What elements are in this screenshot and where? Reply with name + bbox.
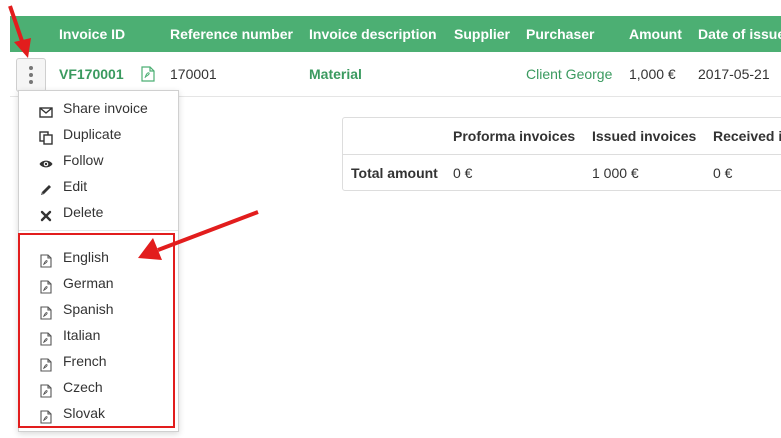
row-actions-button[interactable]: [16, 58, 46, 92]
menu-item-duplicate[interactable]: Duplicate: [19, 121, 178, 147]
date-of-issue: 2017-05-21: [698, 66, 770, 82]
pencil-icon: [39, 179, 53, 195]
summary-value-received: 0 €: [713, 165, 733, 181]
close-icon: [39, 205, 53, 222]
summary-header-issued: Issued invoices: [592, 128, 697, 144]
amount: 1,000 €: [629, 66, 676, 82]
duplicate-icon: [39, 127, 53, 145]
annotation-highlight-box: [18, 233, 175, 428]
invoice-table-header: Invoice ID Reference number Invoice desc…: [10, 16, 781, 52]
menu-item-share-invoice[interactable]: Share invoice: [19, 95, 178, 121]
summary-value-proforma: 0 €: [453, 165, 473, 181]
menu-item-delete[interactable]: Delete: [19, 199, 178, 225]
menu-item-follow[interactable]: Follow: [19, 147, 178, 173]
menu-item-edit[interactable]: Edit: [19, 173, 178, 199]
menu-divider: [19, 230, 178, 231]
summary-table: Proforma invoices Issued invoices Receiv…: [342, 117, 781, 191]
col-date-of-issue[interactable]: Date of issue: [698, 16, 781, 52]
col-reference-number[interactable]: Reference number: [170, 16, 293, 52]
col-invoice-description[interactable]: Invoice description: [309, 16, 437, 52]
eye-icon: [39, 153, 53, 168]
invoice-description[interactable]: Material: [309, 52, 362, 96]
envelope-icon: [39, 101, 53, 118]
purchaser-link[interactable]: Client George: [526, 52, 612, 96]
summary-value-issued: 1 000 €: [592, 165, 639, 181]
pdf-icon[interactable]: [141, 66, 155, 82]
col-amount[interactable]: Amount: [629, 16, 682, 52]
col-purchaser[interactable]: Purchaser: [526, 16, 594, 52]
col-supplier[interactable]: Supplier: [454, 16, 510, 52]
col-invoice-id[interactable]: Invoice ID: [59, 16, 125, 52]
summary-row-label: Total amount: [351, 165, 438, 181]
divider: [343, 154, 781, 155]
summary-header-received: Received i: [713, 128, 781, 144]
summary-header-proforma: Proforma invoices: [453, 128, 576, 144]
